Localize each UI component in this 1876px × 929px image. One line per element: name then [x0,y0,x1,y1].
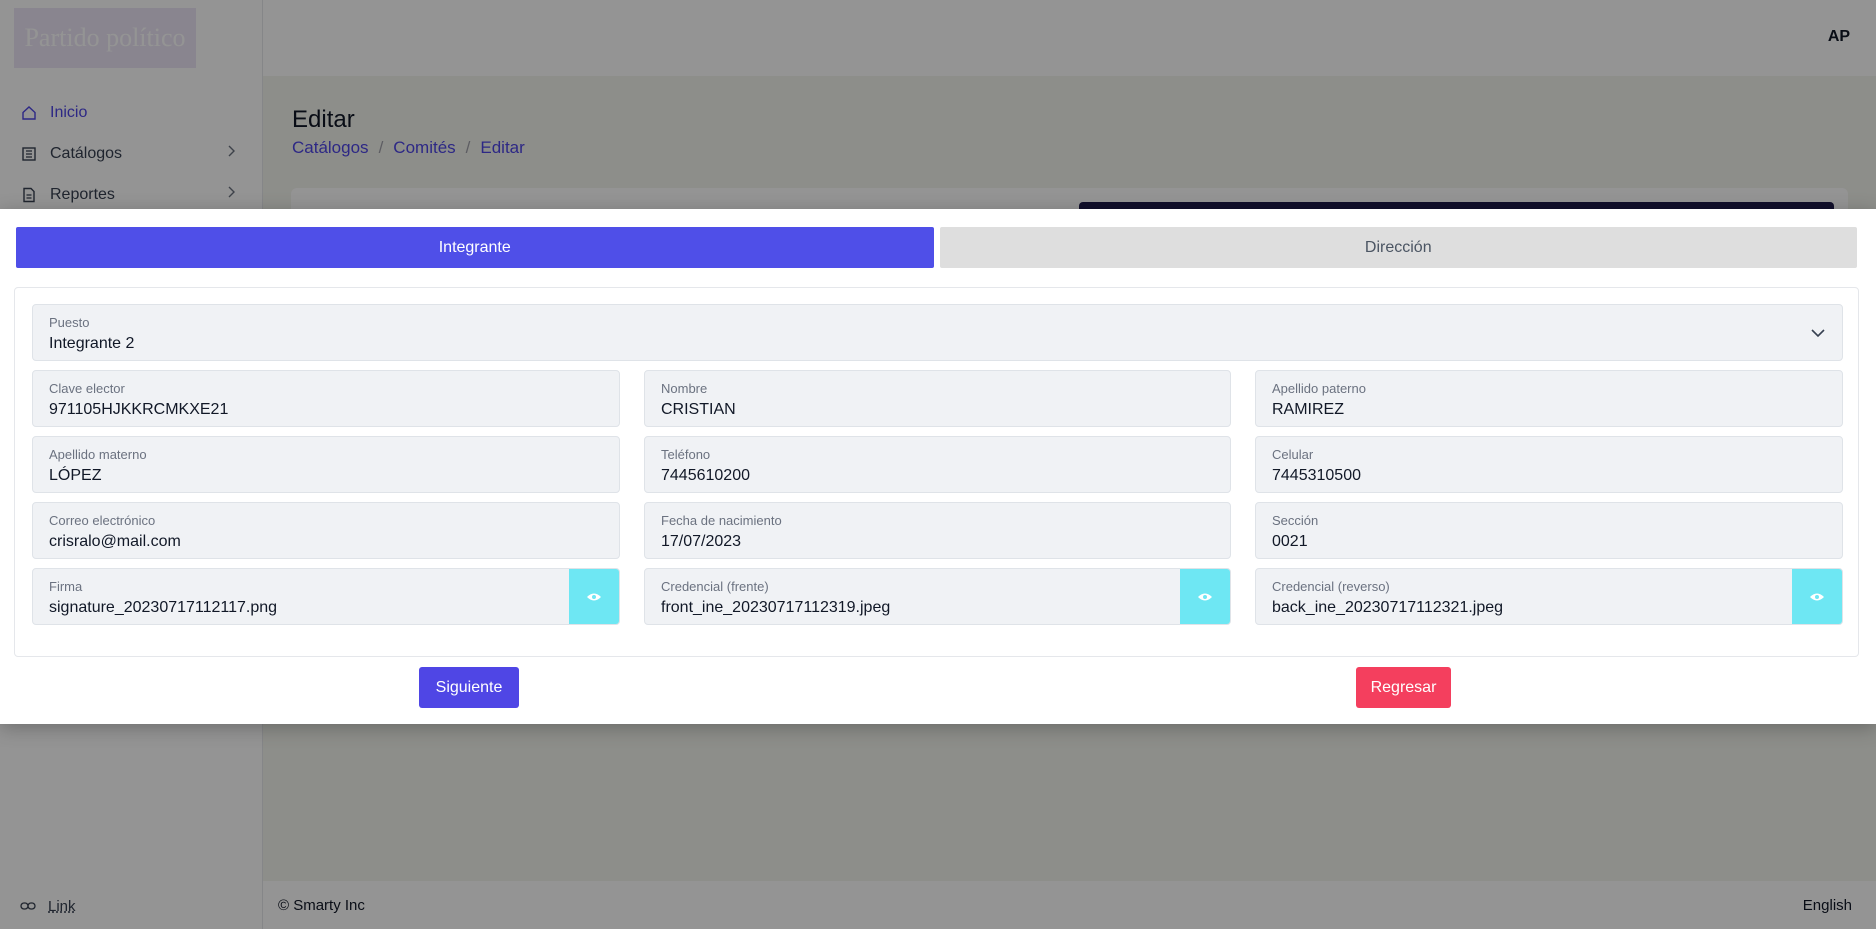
field-value: RAMIREZ [1272,401,1344,418]
member-form: Puesto Integrante 2 Clave elector 971105… [14,287,1859,657]
credencial-reverso-file-field[interactable]: Credencial (reverso) back_ine_2023071711… [1255,568,1843,625]
fecha-nacimiento-field[interactable]: Fecha de nacimiento 17/07/2023 [644,502,1231,559]
clave-elector-field[interactable]: Clave elector 971105HJKKRCMKXE21 [32,370,620,427]
firma-file-field[interactable]: Firma signature_20230717112117.png [32,568,620,625]
chevron-down-icon [1810,325,1826,343]
field-label: Nombre [661,381,708,396]
field-label: Firma [49,579,83,594]
view-credencial-frente-button[interactable] [1180,569,1230,624]
field-value: 0021 [1272,533,1308,550]
field-value: Integrante 2 [49,335,135,352]
celular-field[interactable]: Celular 7445310500 [1255,436,1843,493]
puesto-select[interactable]: Puesto Integrante 2 [32,304,1843,361]
field-label: Fecha de nacimiento [661,513,782,528]
next-button[interactable]: Siguiente [419,667,519,708]
field-label: Puesto [49,315,90,330]
field-label: Clave elector [49,381,125,396]
view-credencial-reverso-button[interactable] [1792,569,1842,624]
apellido-materno-field[interactable]: Apellido materno LÓPEZ [32,436,620,493]
field-value: 971105HJKKRCMKXE21 [49,401,229,418]
back-button[interactable]: Regresar [1356,667,1451,708]
seccion-field[interactable]: Sección 0021 [1255,502,1843,559]
field-value: front_ine_20230717112319.jpeg [661,599,891,616]
credencial-frente-file-field[interactable]: Credencial (frente) front_ine_2023071711… [644,568,1231,625]
field-label: Sección [1272,513,1319,528]
field-label: Apellido materno [49,447,147,462]
field-label: Celular [1272,447,1314,462]
tab-integrante[interactable]: Integrante [16,227,934,268]
tab-direccion[interactable]: Dirección [939,227,1857,268]
field-value: LÓPEZ [49,467,102,484]
nombre-field[interactable]: Nombre CRISTIAN [644,370,1231,427]
correo-field[interactable]: Correo electrónico crisralo@mail.com [32,502,620,559]
field-value: 17/07/2023 [661,533,742,550]
field-value: crisralo@mail.com [49,533,181,550]
field-value: 7445610200 [661,467,750,484]
field-value: back_ine_20230717112321.jpeg [1272,599,1504,616]
field-value: 7445310500 [1272,467,1361,484]
apellido-paterno-field[interactable]: Apellido paterno RAMIREZ [1255,370,1843,427]
field-label: Apellido paterno [1272,381,1366,396]
field-label: Correo electrónico [49,513,156,528]
eye-icon [587,593,601,600]
telefono-field[interactable]: Teléfono 7445610200 [644,436,1231,493]
modal-tabs: Integrante Dirección [16,227,1857,268]
eye-icon [1810,593,1824,600]
eye-icon [1198,593,1212,600]
field-label: Credencial (reverso) [1272,579,1390,594]
field-value: signature_20230717112117.png [49,599,278,616]
view-firma-button[interactable] [569,569,619,624]
field-value: CRISTIAN [661,401,736,418]
edit-member-modal: Integrante Dirección Puesto Integrante 2… [0,209,1876,724]
field-label: Credencial (frente) [661,579,769,594]
field-label: Teléfono [661,447,711,462]
